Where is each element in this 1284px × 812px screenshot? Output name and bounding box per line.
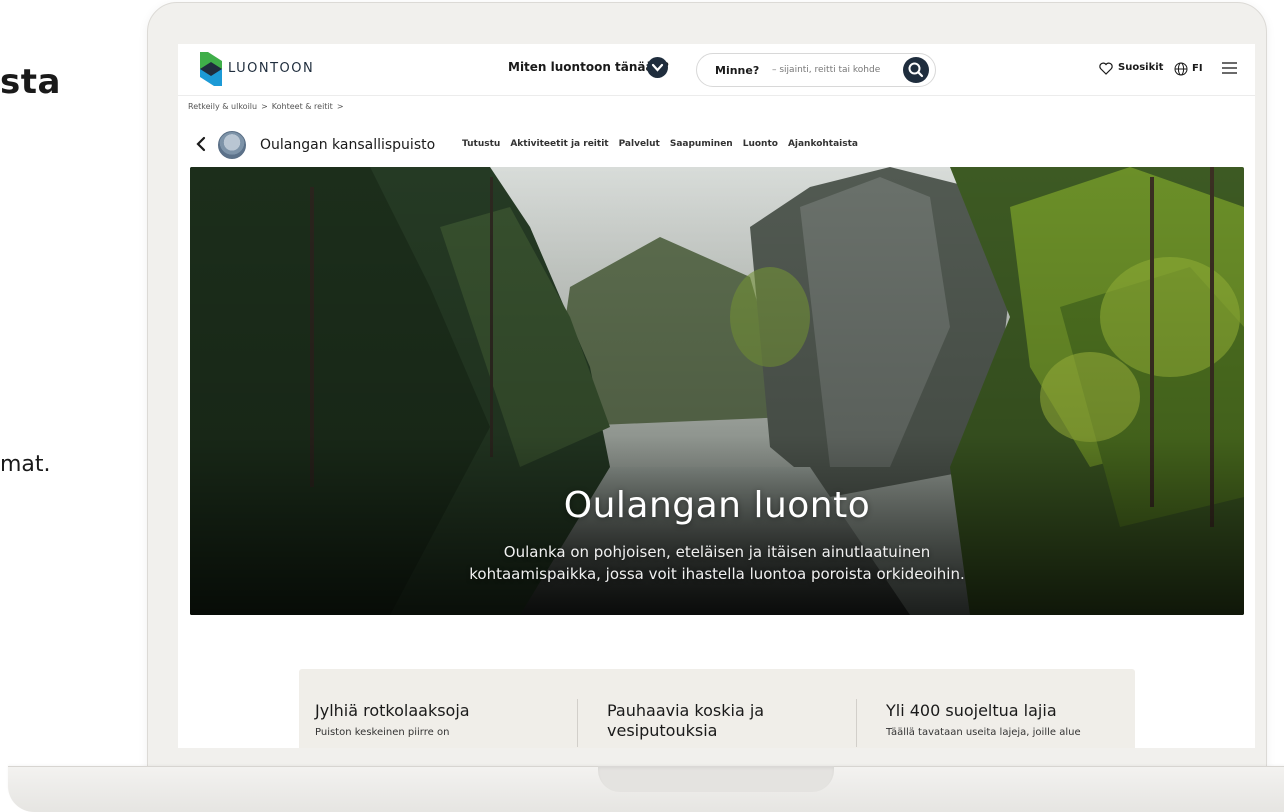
fact-body: Puiston keskeinen piirre on [315,727,450,738]
luontoon-logo-icon[interactable] [200,52,222,86]
breadcrumb: Retkeily & ulkoilu > Kohteet & reitit > [188,102,348,111]
tab-saapuminen[interactable]: Saapuminen [670,139,733,149]
tab-luonto[interactable]: Luonto [743,139,778,149]
hamburger-menu-icon[interactable] [1222,62,1237,74]
fact-divider [856,699,857,747]
mood-link[interactable]: Miten luontoon tänään? [508,60,669,74]
slide-text-fragment: mat. [0,452,51,477]
favorites-link[interactable]: Suosikit [1118,62,1163,73]
fact-title: Pauhaavia koskia ja [607,701,765,720]
tab-aktiviteetit[interactable]: Aktiviteetit ja reitit [510,139,608,149]
fact-card: Yli 400 suojeltua lajia Täällä tavataan … [886,701,1126,738]
search-label: Minne? [715,64,760,77]
park-emblem-icon [218,131,246,159]
park-tabs: Tutustu Aktiviteetit ja reitit Palvelut … [462,139,858,149]
breadcrumb-separator: > [336,102,344,111]
hero-subtitle: Oulanka on pohjoisen, eteläisen ja itäis… [190,541,1244,585]
chevron-left-icon[interactable] [194,136,208,152]
search-icon [908,62,924,78]
laptop-notch [598,766,834,792]
laptop-screen: LUONTOON Miten luontoon tänään? Minne? –… [178,44,1255,748]
fact-divider [577,699,578,747]
facts-panel: Jylhiä rotkolaaksoja Puiston keskeinen p… [299,669,1135,748]
fact-body: Täällä tavataan useita lajeja, joille al… [886,727,1081,738]
breadcrumb-item[interactable]: Retkeily & ulkoilu [188,102,257,111]
breadcrumb-item[interactable]: Kohteet & reitit [272,102,333,111]
language-selector[interactable]: FI [1192,63,1203,74]
park-name[interactable]: Oulangan kansallispuisto [260,137,435,153]
tab-ajankohtaista[interactable]: Ajankohtaista [788,139,858,149]
chevron-down-icon[interactable] [647,57,668,78]
hero-banner: Oulangan luonto Oulanka on pohjoisen, et… [190,167,1244,615]
slide-title-fragment: sta [0,62,61,102]
logo-text[interactable]: LUONTOON [228,61,314,76]
park-navigation: Oulangan kansallispuisto Tutustu Aktivit… [178,124,1255,164]
fact-card: Jylhiä rotkolaaksoja Puiston keskeinen p… [315,701,555,738]
hero-title: Oulangan luonto [563,485,871,526]
tab-tutustu[interactable]: Tutustu [462,139,500,149]
tab-palvelut[interactable]: Palvelut [619,139,660,149]
fact-card: Pauhaavia koskia ja vesiputouksia [607,701,847,741]
heart-icon[interactable] [1099,62,1113,75]
globe-icon[interactable] [1174,62,1188,76]
hero-subtitle-line: Oulanka on pohjoisen, eteläisen ja itäis… [503,543,931,561]
search-input[interactable]: Minne? – sijainti, reitti tai kohde [696,53,936,87]
fact-title: Yli 400 suojeltua lajia [886,701,1057,720]
breadcrumb-separator: > [261,102,268,111]
site-header: LUONTOON Miten luontoon tänään? Minne? –… [178,44,1255,96]
search-placeholder: – sijainti, reitti tai kohde [772,65,881,75]
fact-title: vesiputouksia [607,721,718,740]
fact-title: Jylhiä rotkolaaksoja [315,701,470,720]
hero-subtitle-line: kohtaamispaikka, jossa voit ihastella lu… [469,565,965,583]
search-button[interactable] [903,57,929,83]
